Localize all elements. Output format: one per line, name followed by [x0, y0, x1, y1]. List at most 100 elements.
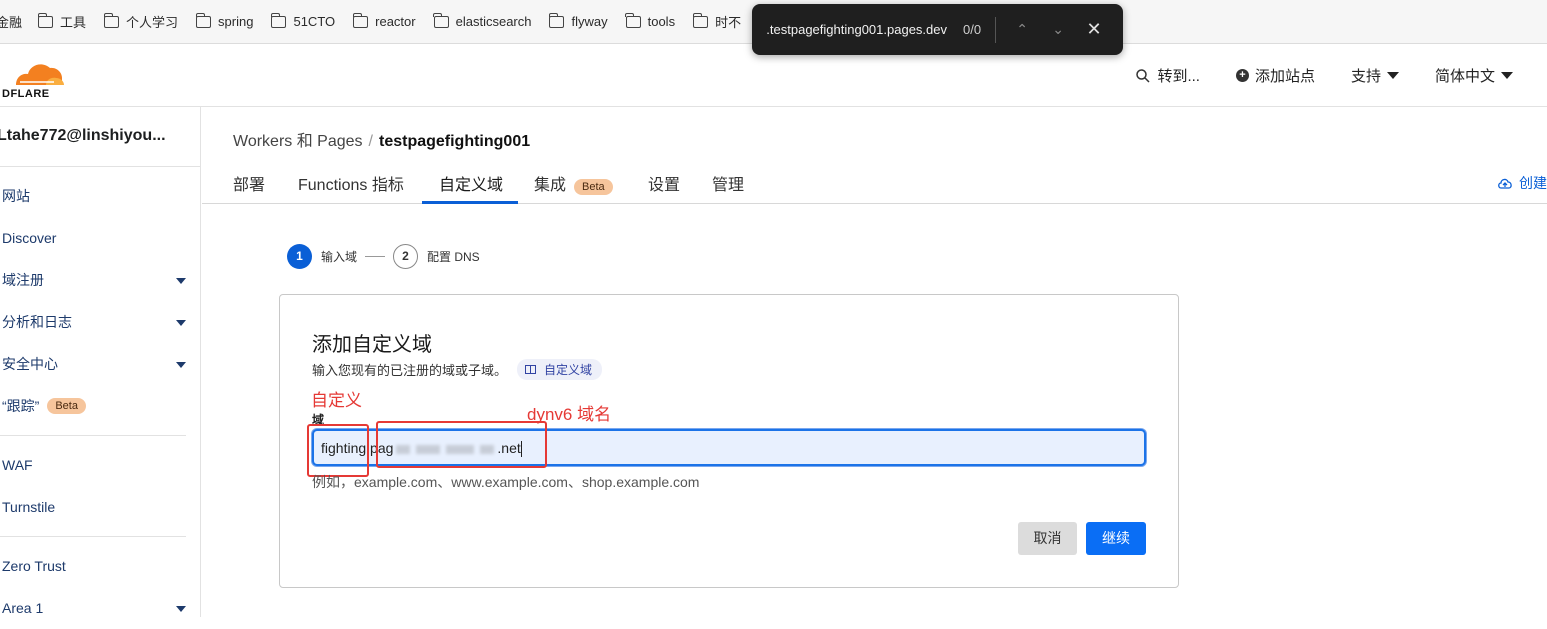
divider: [995, 16, 997, 43]
divider: [0, 536, 186, 537]
cancel-button[interactable]: 取消: [1018, 522, 1077, 555]
tab-custom-domains[interactable]: 自定义域: [439, 171, 503, 195]
divider: [0, 435, 186, 436]
sidebar-item-label: 域注册: [2, 272, 44, 288]
breadcrumb-current: testpagefighting001: [378, 133, 531, 150]
sidebar-item-label: 网站: [2, 188, 30, 204]
breadcrumb: Workers 和 Pages / testpagefighting001: [233, 127, 530, 151]
bookmark-folder[interactable]: 工具: [37, 12, 87, 31]
beta-badge: Beta: [574, 179, 613, 195]
top-actions: 转到... + 添加站点 支持 简体中文: [1099, 65, 1513, 86]
book-icon: [525, 365, 537, 374]
sidebar-item-label: WAF: [2, 457, 33, 473]
search-icon: [1136, 68, 1150, 83]
folder-icon: [270, 12, 287, 28]
cloudflare-logo[interactable]: DFLARE: [2, 55, 82, 100]
folder-icon: [548, 12, 565, 28]
continue-button[interactable]: 继续: [1086, 522, 1146, 555]
plus-circle-icon: +: [1235, 69, 1249, 82]
sidebar-item-turnstile[interactable]: Turnstile: [0, 486, 200, 528]
sidebar-item-label: Zero Trust: [2, 558, 66, 574]
sidebar-item-domain-registration[interactable]: 域注册: [0, 259, 200, 301]
folder-icon: [103, 12, 120, 28]
sidebar-item-trace[interactable]: “跟踪” Beta: [0, 385, 200, 427]
folder-icon: [433, 12, 449, 28]
add-site-label: 添加站点: [1254, 68, 1315, 85]
bookmark-folder[interactable]: 个人学习: [103, 12, 179, 31]
sidebar-item-label: Turnstile: [2, 499, 56, 515]
breadcrumb-separator: /: [368, 133, 373, 150]
create-link[interactable]: 创建: [1497, 173, 1547, 193]
bookmark-label: 时不: [715, 15, 742, 30]
chevron-down-icon[interactable]: ⌄: [1040, 21, 1076, 38]
language-label: 简体中文: [1434, 68, 1495, 85]
caret-down-icon: [176, 320, 186, 326]
sidebar-item-discover[interactable]: Discover: [0, 217, 200, 259]
folder-icon: [37, 12, 54, 28]
caret-down-icon: [176, 362, 186, 368]
tab-manage[interactable]: 管理: [712, 171, 744, 195]
tab-functions-metrics[interactable]: Functions 指标: [298, 171, 404, 195]
sidebar-item-zero-trust[interactable]: Zero Trust: [0, 545, 200, 587]
cloud-logo-icon: [16, 64, 64, 85]
tab-settings[interactable]: 设置: [648, 171, 680, 195]
bookmark-label: 51CTO: [293, 14, 336, 29]
bookmark-label: elasticsearch: [455, 14, 532, 29]
bookmark-label: reactor: [375, 14, 416, 29]
bookmark-item[interactable]: 金融: [0, 12, 22, 31]
step-1-indicator: 1: [287, 244, 312, 269]
sidebar-item-label: 安全中心: [2, 356, 58, 372]
domain-hint: 例如，example.com、www.example.com、shop.exam…: [312, 474, 700, 490]
support-dropdown[interactable]: 支持: [1351, 65, 1399, 86]
goto-button[interactable]: 转到...: [1135, 65, 1200, 86]
sidebar-item-analytics-logs[interactable]: 分析和日志: [0, 301, 200, 343]
account-name[interactable]: Ltahe772@linshiyou...: [0, 107, 200, 167]
caret-down-icon: [1386, 72, 1399, 79]
tab-label: 集成: [534, 177, 567, 194]
card-description: 输入您现有的已注册的域或子域。: [312, 363, 508, 378]
beta-badge: Beta: [47, 398, 86, 414]
find-bar: testpagefighting001.pages.dev. 0/0 ⌃ ⌄ ✕: [752, 4, 1123, 55]
bookmark-folder[interactable]: 时不: [692, 12, 742, 31]
language-dropdown[interactable]: 简体中文: [1435, 65, 1513, 86]
bookmark-folder[interactable]: elasticsearch: [433, 12, 532, 29]
active-tab-indicator: [422, 201, 518, 204]
annotation-box-custom: [307, 424, 369, 477]
sidebar-item-label: “跟踪”: [2, 398, 40, 414]
sidebar-item-area1[interactable]: Area 1: [0, 587, 200, 629]
add-site-button[interactable]: + 添加站点: [1235, 65, 1315, 86]
folder-icon: [625, 12, 641, 28]
bookmark-label: spring: [218, 14, 254, 29]
logo-text: DFLARE: [2, 88, 50, 100]
bookmark-folder[interactable]: reactor: [352, 12, 416, 29]
folder-icon: [692, 12, 709, 28]
support-label: 支持: [1350, 68, 1381, 85]
bookmark-folder[interactable]: spring: [195, 12, 254, 29]
folder-icon: [195, 12, 212, 28]
tab-integrations[interactable]: 集成 Beta: [534, 171, 613, 195]
close-icon[interactable]: ✕: [1076, 19, 1112, 40]
bookmark-folder[interactable]: tools: [625, 12, 675, 29]
sidebar-item-websites[interactable]: 网站: [0, 175, 200, 217]
tab-deployments[interactable]: 部署: [233, 171, 265, 195]
sidebar: Ltahe772@linshiyou... 网站 Discover 域注册 分析…: [0, 107, 201, 617]
bookmark-folder[interactable]: 51CTO: [270, 12, 336, 29]
goto-label: 转到...: [1157, 68, 1200, 85]
bookmark-label: 工具: [60, 15, 87, 30]
bookmark-label: flyway: [571, 14, 608, 29]
sidebar-item-waf[interactable]: WAF: [0, 444, 200, 486]
bookmark-folder[interactable]: flyway: [548, 12, 608, 29]
docs-link[interactable]: 自定义域: [517, 359, 603, 380]
chevron-up-icon[interactable]: ⌃: [1004, 21, 1040, 38]
create-label: 创建: [1519, 175, 1547, 191]
cloud-upload-icon: [1498, 178, 1512, 189]
find-query[interactable]: testpagefighting001.pages.dev.: [767, 22, 947, 37]
main-content: Workers 和 Pages / testpagefighting001 部署 F…: [202, 107, 1547, 617]
find-count: 0/0: [963, 22, 982, 37]
bookmark-label: 个人学习: [126, 15, 179, 30]
sidebar-item-security-center[interactable]: 安全中心: [0, 343, 200, 385]
breadcrumb-parent[interactable]: Workers 和 Pages: [233, 133, 363, 150]
card-description-row: 输入您现有的已注册的域或子域。 自定义域: [312, 359, 603, 380]
caret-down-icon: [176, 278, 186, 284]
stepper: 1 输入域 2 配置 DNS: [287, 244, 480, 269]
